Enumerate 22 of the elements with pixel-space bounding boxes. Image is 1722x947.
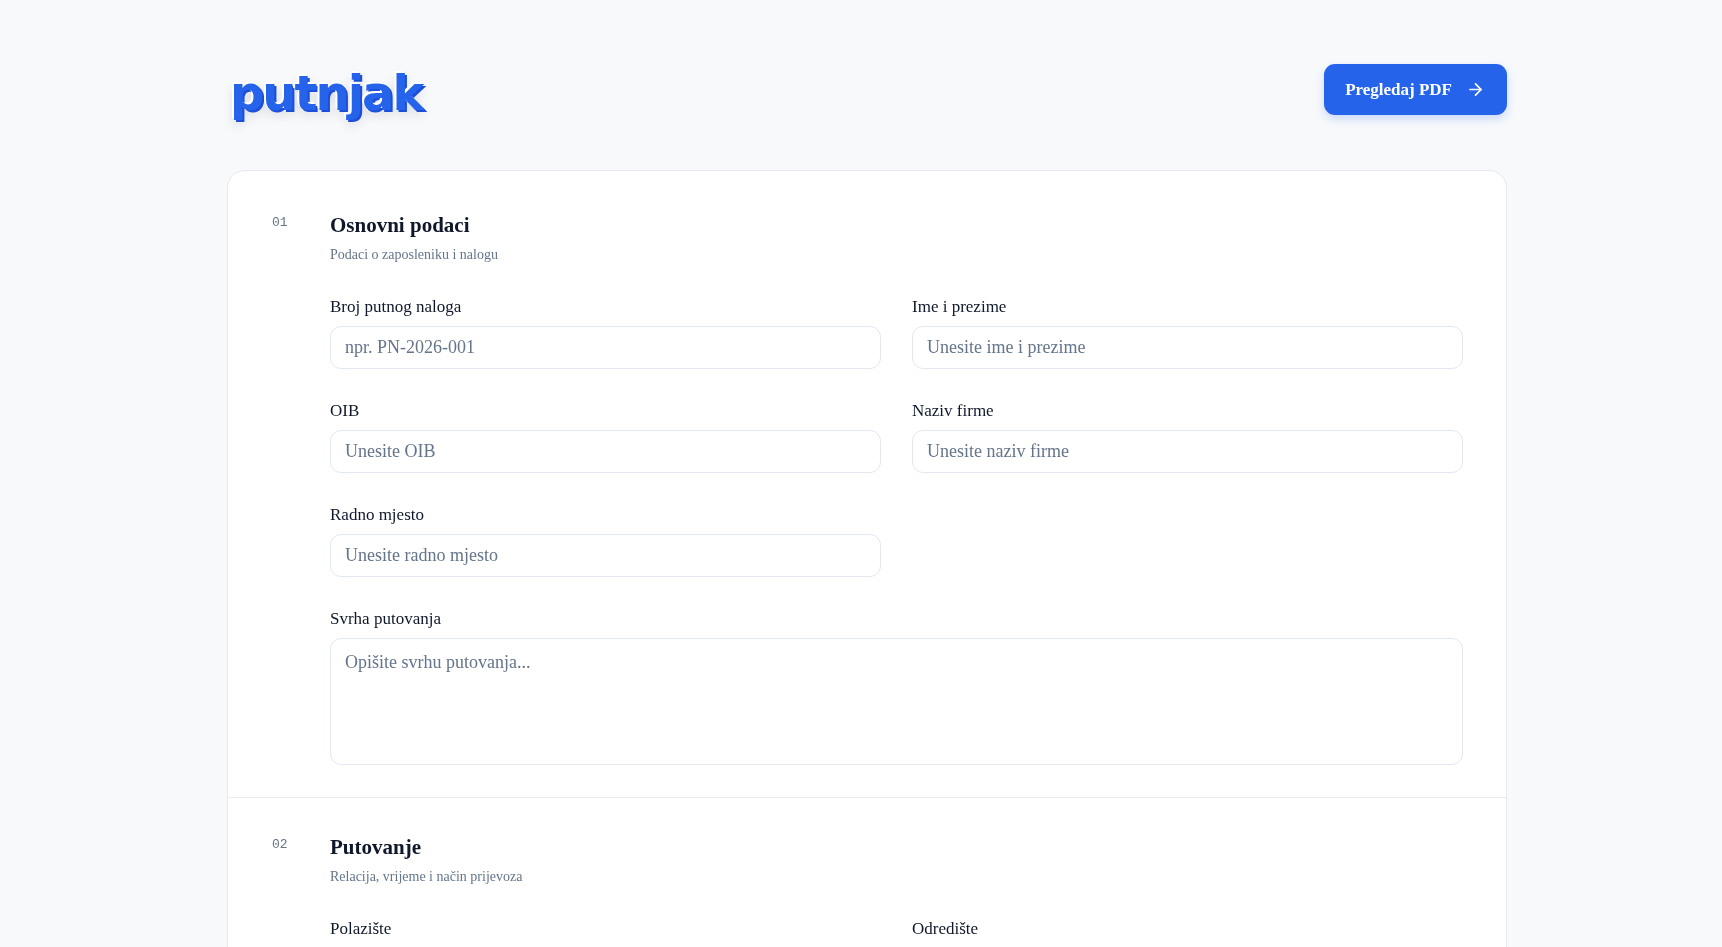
input-field[interactable]: Unesite ime i prezime	[912, 326, 1463, 369]
input-field[interactable]: npr. PN-2026-001	[330, 326, 881, 369]
input-field[interactable]: Unesite radno mjesto	[330, 534, 881, 577]
field-label: Odredište	[912, 919, 979, 938]
field-label: Polazište	[330, 919, 392, 938]
section-title: Putovanje	[330, 834, 421, 860]
logo: putnjak	[229, 64, 425, 121]
section-title: Osnovni podaci	[330, 212, 470, 238]
input-field[interactable]: Unesite naziv firme	[912, 430, 1463, 473]
field-label: Broj putnog naloga	[330, 297, 462, 316]
input-field[interactable]: Unesite OIB	[330, 430, 881, 473]
field-label: OIB	[330, 401, 360, 420]
section-subtitle: Relacija, vrijeme i način prijevoza	[330, 868, 523, 886]
section-number: 01	[272, 214, 288, 232]
field-label: Ime i prezime	[912, 297, 1007, 316]
section-number: 02	[272, 836, 288, 854]
section-subtitle: Podaci o zaposleniku i nalogu	[330, 246, 498, 264]
field-label: Svrha putovanja	[330, 609, 441, 628]
preview-pdf-button[interactable]: Pregledaj PDF	[1324, 64, 1507, 115]
text-area-field[interactable]: Opišite svrhu putovanja...	[330, 638, 1463, 765]
field-label: Radno mjesto	[330, 505, 424, 524]
field-label: Naziv firme	[912, 401, 994, 420]
